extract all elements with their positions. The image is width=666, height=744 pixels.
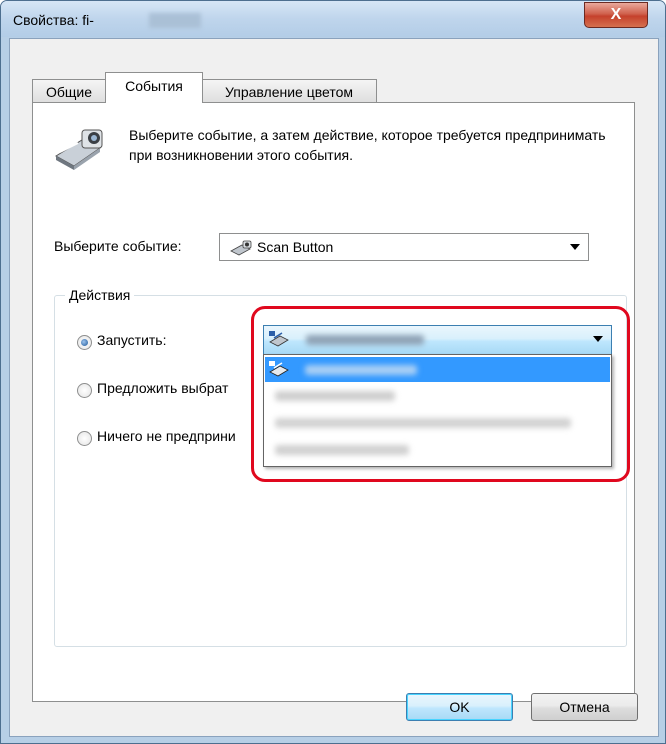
event-select-value: Scan Button	[257, 239, 334, 255]
window-title: Свойства: fi-	[13, 12, 94, 28]
radio-prompt[interactable]	[77, 383, 92, 398]
radio-do-nothing[interactable]	[77, 431, 92, 446]
tab-events[interactable]: События	[105, 72, 203, 103]
radio-launch[interactable]	[77, 335, 92, 350]
scan-button-icon	[230, 240, 252, 256]
radio-launch-label: Запустить:	[97, 332, 167, 348]
instruction-text: Выберите событие, а затем действие, кото…	[129, 127, 606, 163]
event-label: Выберите событие:	[54, 238, 182, 254]
close-button[interactable]: X	[584, 2, 648, 28]
radio-do-nothing-label: Ничего не предприни	[97, 428, 236, 444]
title-bar[interactable]: Свойства: fi- X	[1, 1, 665, 37]
cancel-button[interactable]: Отмена	[531, 693, 638, 721]
redacted-model-name	[149, 13, 201, 28]
event-select[interactable]: Scan Button	[219, 233, 589, 261]
ok-button[interactable]: OK	[406, 693, 513, 721]
chevron-down-icon	[570, 244, 580, 250]
properties-window: Свойства: fi- X Общие События Управление…	[0, 0, 666, 744]
radio-prompt-label: Предложить выбрат	[97, 380, 229, 396]
actions-legend: Действия	[65, 287, 135, 303]
scanner-icon	[55, 129, 103, 170]
close-icon: X	[610, 6, 622, 23]
highlight-callout-frame	[251, 306, 630, 482]
